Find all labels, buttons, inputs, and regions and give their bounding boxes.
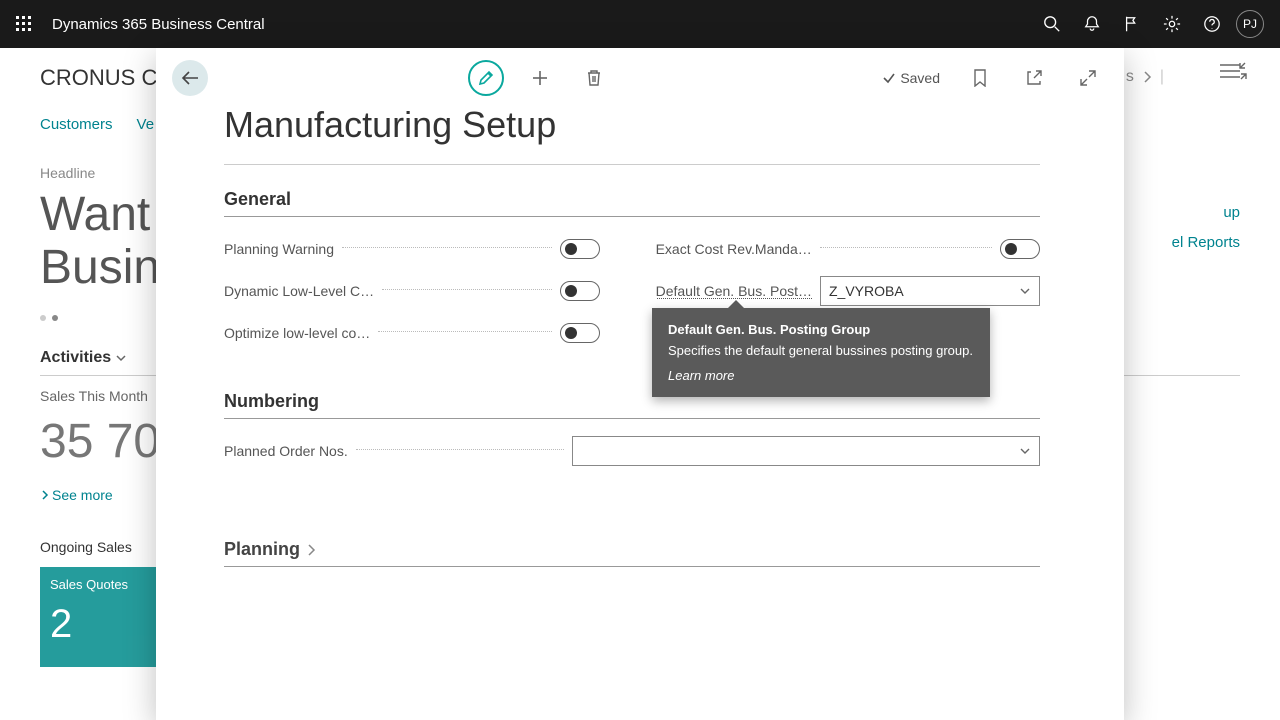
settings-gear-icon[interactable] bbox=[1152, 0, 1192, 48]
help-icon[interactable] bbox=[1192, 0, 1232, 48]
exact-cost-toggle[interactable] bbox=[1000, 239, 1040, 259]
nav-customers[interactable]: Customers bbox=[40, 116, 113, 133]
optimize-low-level-toggle[interactable] bbox=[560, 323, 600, 343]
field-planning-warning: Planning Warning bbox=[224, 235, 600, 263]
page-title: Manufacturing Setup bbox=[224, 104, 1056, 146]
back-button[interactable] bbox=[172, 60, 208, 96]
section-planning-header[interactable]: Planning bbox=[224, 539, 1040, 567]
chevron-down-icon bbox=[1019, 445, 1031, 457]
section-general-header[interactable]: General bbox=[224, 189, 1040, 217]
field-label: Exact Cost Rev.Manda… bbox=[656, 241, 812, 257]
tooltip-title: Default Gen. Bus. Posting Group bbox=[668, 322, 974, 337]
planned-order-nos-select[interactable] bbox=[572, 436, 1040, 466]
planning-warning-toggle[interactable] bbox=[560, 239, 600, 259]
field-dynamic-low-level: Dynamic Low-Level C… bbox=[224, 277, 600, 305]
popout-button[interactable] bbox=[1010, 54, 1058, 102]
expand-button[interactable] bbox=[1064, 54, 1112, 102]
arrow-left-icon bbox=[181, 71, 199, 85]
field-planned-order-nos: Planned Order Nos. bbox=[224, 437, 1040, 465]
field-exact-cost: Exact Cost Rev.Manda… bbox=[656, 235, 1040, 263]
default-gbpg-select[interactable]: Z_VYROBA bbox=[820, 276, 1040, 306]
field-label: Optimize low-level co… bbox=[224, 325, 370, 341]
pager-dot[interactable] bbox=[40, 315, 46, 321]
chevron-right-icon bbox=[40, 490, 50, 500]
notifications-icon[interactable] bbox=[1072, 0, 1112, 48]
delete-button[interactable] bbox=[570, 54, 618, 102]
tile-value: 2 bbox=[50, 602, 146, 647]
manufacturing-setup-modal: Saved Manufacturing Setup General Planni… bbox=[156, 48, 1124, 720]
dynamic-low-level-toggle[interactable] bbox=[560, 281, 600, 301]
bookmark-icon bbox=[973, 69, 987, 87]
bookmark-button[interactable] bbox=[956, 54, 1004, 102]
open-new-window-icon bbox=[1026, 70, 1042, 86]
select-value: Z_VYROBA bbox=[829, 283, 904, 299]
saved-indicator: Saved bbox=[882, 70, 940, 86]
tooltip-learn-more-link[interactable]: Learn more bbox=[668, 368, 974, 383]
chevron-down-icon bbox=[115, 352, 127, 364]
app-launcher-icon[interactable] bbox=[8, 8, 40, 40]
side-links: up el Reports bbox=[1172, 198, 1240, 258]
trash-icon bbox=[586, 69, 602, 87]
nav-vendors-partial[interactable]: Ve bbox=[137, 116, 155, 133]
side-link-partial[interactable]: el Reports bbox=[1172, 228, 1240, 258]
modal-toolbar: Saved bbox=[156, 48, 1124, 108]
tile-label: Sales Quotes bbox=[50, 577, 146, 592]
field-label: Dynamic Low-Level C… bbox=[224, 283, 374, 299]
company-name: CRONUS CZ bbox=[40, 65, 171, 91]
search-icon[interactable] bbox=[1032, 0, 1072, 48]
field-optimize-low-level: Optimize low-level co… bbox=[224, 319, 600, 347]
field-label: Planned Order Nos. bbox=[224, 443, 348, 459]
chevron-down-icon bbox=[1019, 285, 1031, 297]
pencil-icon bbox=[478, 70, 494, 86]
check-icon bbox=[882, 71, 896, 85]
field-tooltip: Default Gen. Bus. Posting Group Specifie… bbox=[652, 308, 990, 397]
global-topbar: Dynamics 365 Business Central PJ bbox=[0, 0, 1280, 48]
new-button[interactable] bbox=[516, 54, 564, 102]
expand-icon bbox=[1080, 70, 1096, 86]
chevron-right-icon[interactable] bbox=[1142, 71, 1152, 83]
field-default-gbpg: Default Gen. Bus. Post… Z_VYROBA bbox=[656, 277, 1040, 305]
nav-chevron-partial: s bbox=[1126, 68, 1134, 86]
flag-icon[interactable] bbox=[1112, 0, 1152, 48]
field-label: Planning Warning bbox=[224, 241, 334, 257]
sales-quotes-tile[interactable]: Sales Quotes 2 bbox=[40, 567, 156, 667]
plus-icon bbox=[531, 69, 549, 87]
pager-dot[interactable] bbox=[52, 315, 58, 321]
tooltip-body: Specifies the default general bussines p… bbox=[668, 343, 974, 358]
minimize-icon[interactable] bbox=[1234, 62, 1252, 80]
chevron-right-icon bbox=[306, 544, 316, 556]
field-label[interactable]: Default Gen. Bus. Post… bbox=[656, 283, 812, 299]
edit-button[interactable] bbox=[462, 54, 510, 102]
user-avatar[interactable]: PJ bbox=[1236, 10, 1264, 38]
product-title: Dynamics 365 Business Central bbox=[52, 16, 265, 33]
side-link-partial[interactable]: up bbox=[1172, 198, 1240, 228]
